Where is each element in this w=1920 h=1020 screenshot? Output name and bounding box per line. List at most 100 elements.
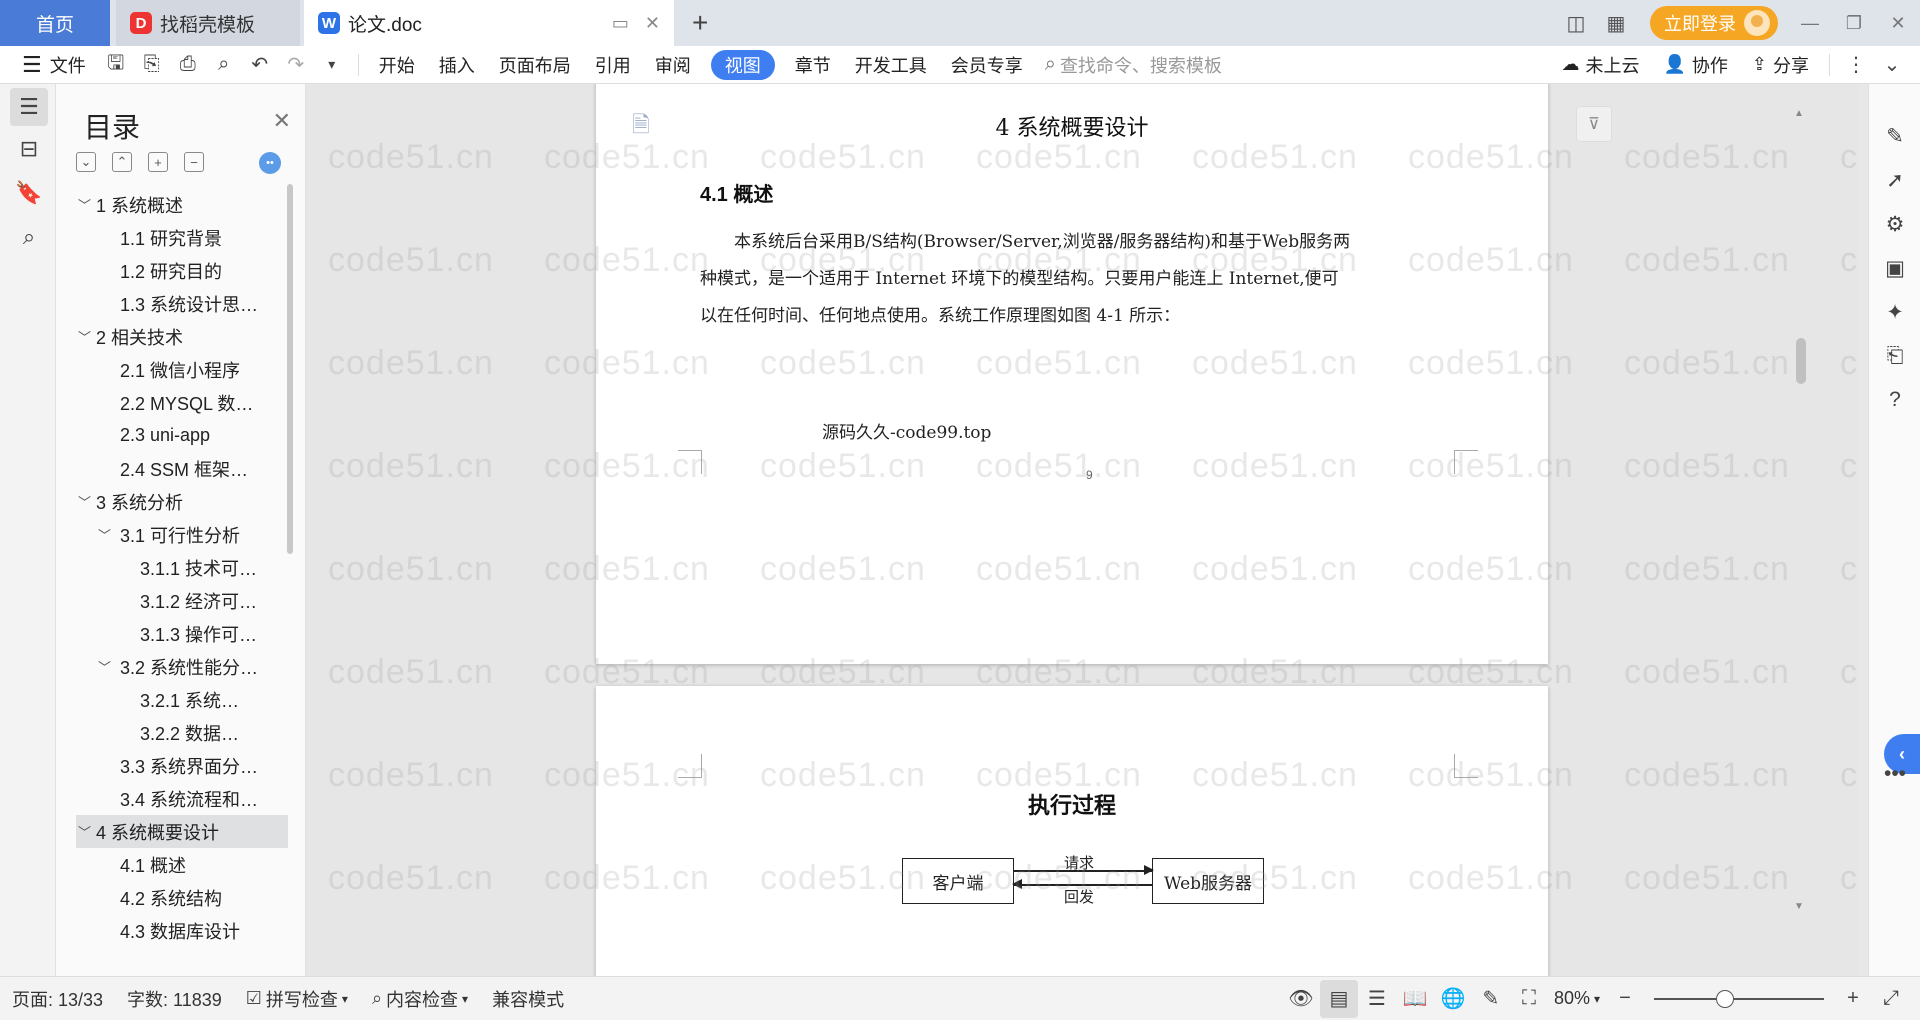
print-icon[interactable]: ⎙ (170, 50, 206, 80)
toc-item[interactable]: ﹀ 2 相关技术 (76, 320, 288, 353)
redo-icon[interactable]: ↷ (278, 50, 314, 80)
collapse-all-icon[interactable]: ⌃ (112, 152, 132, 172)
toc-item[interactable]: 4.1 概述 (76, 848, 288, 881)
fullscreen-icon[interactable]: ⤢ (1872, 980, 1910, 1018)
spell-check-button[interactable]: ☑ 拼写检查 ▾ (234, 986, 360, 1012)
toc-scrollbar[interactable] (287, 184, 293, 554)
content-check-button[interactable]: ⌕ 内容检查 ▾ (360, 986, 480, 1012)
more-icon[interactable]: ⋮ (1838, 50, 1874, 80)
scroll-up-icon[interactable]: ▲ (1794, 108, 1804, 119)
close-tab-icon[interactable]: ✕ (645, 13, 660, 34)
document-canvas[interactable]: 🗎 4 系统概要设计 4.1 概述 本系统后台采用B/S结构(Browser/S… (306, 84, 1858, 976)
zoom-slider-thumb[interactable] (1716, 989, 1735, 1008)
eye-protection-icon[interactable]: 👁 (1282, 980, 1320, 1018)
menu-references[interactable]: 引用 (583, 50, 643, 80)
toc-item[interactable]: 2.4 SSM 框架… (76, 452, 288, 485)
share-button[interactable]: ⇪ 分享 (1740, 50, 1821, 80)
toc-item[interactable]: 3.3 系统界面分… (76, 749, 288, 782)
scroll-down-icon[interactable]: ▼ (1794, 901, 1804, 912)
chevron-down-icon[interactable]: ﹀ (98, 657, 111, 676)
toc-item[interactable]: 3.2.2 数据… (76, 716, 288, 749)
pen-icon[interactable]: ✎ (1877, 118, 1913, 154)
page-indicator[interactable]: 页面: 13/33 (0, 986, 115, 1012)
word-count[interactable]: 字数: 11839 (115, 986, 234, 1012)
image-tool-icon[interactable]: ▣ (1877, 250, 1913, 286)
toc-item[interactable]: ﹀ 3.2 系统性能分… (76, 650, 288, 683)
page-view-icon[interactable]: ▤ (1319, 979, 1358, 1018)
screen-icon[interactable]: ▭ (612, 13, 629, 34)
save-icon[interactable]: 🖫 (98, 50, 134, 80)
zoom-slider[interactable] (1654, 989, 1824, 1008)
toc-item[interactable]: 3.4 系统流程和… (76, 782, 288, 815)
document-page[interactable]: 🗎 4 系统概要设计 4.1 概述 本系统后台采用B/S结构(Browser/S… (596, 84, 1548, 664)
menu-developer[interactable]: 开发工具 (843, 50, 939, 80)
tab-document[interactable]: W 论文.doc ▭ ✕ (304, 0, 674, 46)
new-tab-button[interactable]: + (692, 0, 708, 46)
file-menu[interactable]: ☰ 文件 (0, 50, 98, 80)
chevron-down-icon[interactable]: ﹀ (78, 492, 91, 511)
toc-item[interactable]: 2.1 微信小程序 (76, 353, 288, 386)
write-mode-icon[interactable]: ✎ (1472, 980, 1510, 1018)
menu-page-layout[interactable]: 页面布局 (487, 50, 583, 80)
toc-settings-icon[interactable]: •• (259, 152, 281, 174)
zoom-in-icon[interactable]: + (1834, 980, 1872, 1018)
remove-heading-icon[interactable]: − (184, 152, 204, 172)
toc-item[interactable]: 3.1.3 操作可… (76, 617, 288, 650)
toc-item[interactable]: ﹀ 3 系统分析 (76, 485, 288, 518)
toc-item[interactable]: 1.3 系统设计思… (76, 287, 288, 320)
minimize-icon[interactable]: — (1788, 0, 1832, 46)
close-window-icon[interactable]: ✕ (1876, 0, 1920, 46)
chevron-down-icon[interactable]: ﹀ (78, 195, 91, 214)
menu-chapter[interactable]: 章节 (783, 50, 843, 80)
apps-grid-icon[interactable]: ▦ (1596, 0, 1636, 46)
print-preview-icon[interactable]: ⌕ (206, 50, 242, 80)
toc-item[interactable]: 2.3 uni-app (76, 419, 288, 452)
toc-panel-icon[interactable]: ☰ (10, 88, 48, 126)
export-pdf-icon[interactable]: ⎘ (134, 50, 170, 80)
web-view-icon[interactable]: 🌐 (1434, 980, 1472, 1018)
add-heading-icon[interactable]: + (148, 152, 168, 172)
cloud-status-button[interactable]: ☁ 未上云 (1549, 50, 1651, 80)
toc-item[interactable]: ﹀ 3.1 可行性分析 (76, 518, 288, 551)
toc-item[interactable]: 1.1 研究背景 (76, 221, 288, 254)
restore-icon[interactable]: ❐ (1832, 0, 1876, 46)
toc-item[interactable]: ﹀ 1 系统概述 (76, 188, 288, 221)
quick-access-dropdown-icon[interactable]: ▾ (314, 50, 350, 80)
window-layout-icon[interactable]: ◫ (1556, 0, 1596, 46)
document-page[interactable]: 执行过程 客户端 Web服务器 请求 回发 (596, 686, 1548, 976)
settings-sliders-icon[interactable]: ⚙ (1877, 206, 1913, 242)
fit-page-icon[interactable]: ⛶ (1510, 980, 1548, 1018)
tab-template[interactable]: D 找稻壳模板 (116, 0, 300, 46)
zoom-dropdown[interactable]: 80% ▾ (1548, 988, 1606, 1009)
vertical-scrollbar[interactable]: ▲ ▼ (1794, 88, 1808, 972)
login-button[interactable]: 立即登录 (1650, 6, 1778, 40)
menu-member[interactable]: 会员专享 (939, 50, 1035, 80)
collab-button[interactable]: 👤 协作 (1651, 50, 1739, 80)
find-icon[interactable]: ⌕ (10, 218, 48, 256)
tab-home[interactable]: 首页 (0, 0, 110, 46)
outline-view-icon[interactable]: ☰ (1358, 980, 1396, 1018)
toc-item[interactable]: 3.1.2 经济可… (76, 584, 288, 617)
toc-item[interactable]: 2.2 MYSQL 数… (76, 386, 288, 419)
menu-review[interactable]: 审阅 (643, 50, 703, 80)
more-options-icon[interactable]: ••• (1877, 756, 1913, 792)
chevron-down-icon[interactable]: ﹀ (78, 822, 91, 841)
chevron-down-icon[interactable]: ﹀ (98, 525, 111, 544)
ai-assist-icon[interactable]: ✦ (1877, 294, 1913, 330)
filter-icon[interactable]: ⊽ (1576, 106, 1612, 142)
toc-item[interactable]: 3.1.1 技术可… (76, 551, 288, 584)
toc-item[interactable]: 3.2.1 系统… (76, 683, 288, 716)
select-cursor-icon[interactable]: ➚ (1877, 162, 1913, 198)
zoom-out-icon[interactable]: − (1606, 980, 1644, 1018)
reading-view-icon[interactable]: 📖 (1396, 980, 1434, 1018)
help-icon[interactable]: ? (1877, 382, 1913, 418)
undo-icon[interactable]: ↶ (242, 50, 278, 80)
expand-all-icon[interactable]: ⌄ (76, 152, 96, 172)
toc-item[interactable]: ﹀ 4 系统概要设计 (76, 815, 288, 848)
chapter-nav-icon[interactable]: ⊟ (10, 130, 48, 168)
command-search[interactable]: ⌕ 查找命令、搜索模板 (1035, 52, 1232, 78)
toc-item[interactable]: 4.3 数据库设计 (76, 914, 288, 947)
chevron-down-icon[interactable]: ﹀ (78, 327, 91, 346)
close-icon[interactable]: ✕ (273, 108, 291, 134)
menu-insert[interactable]: 插入 (427, 50, 487, 80)
